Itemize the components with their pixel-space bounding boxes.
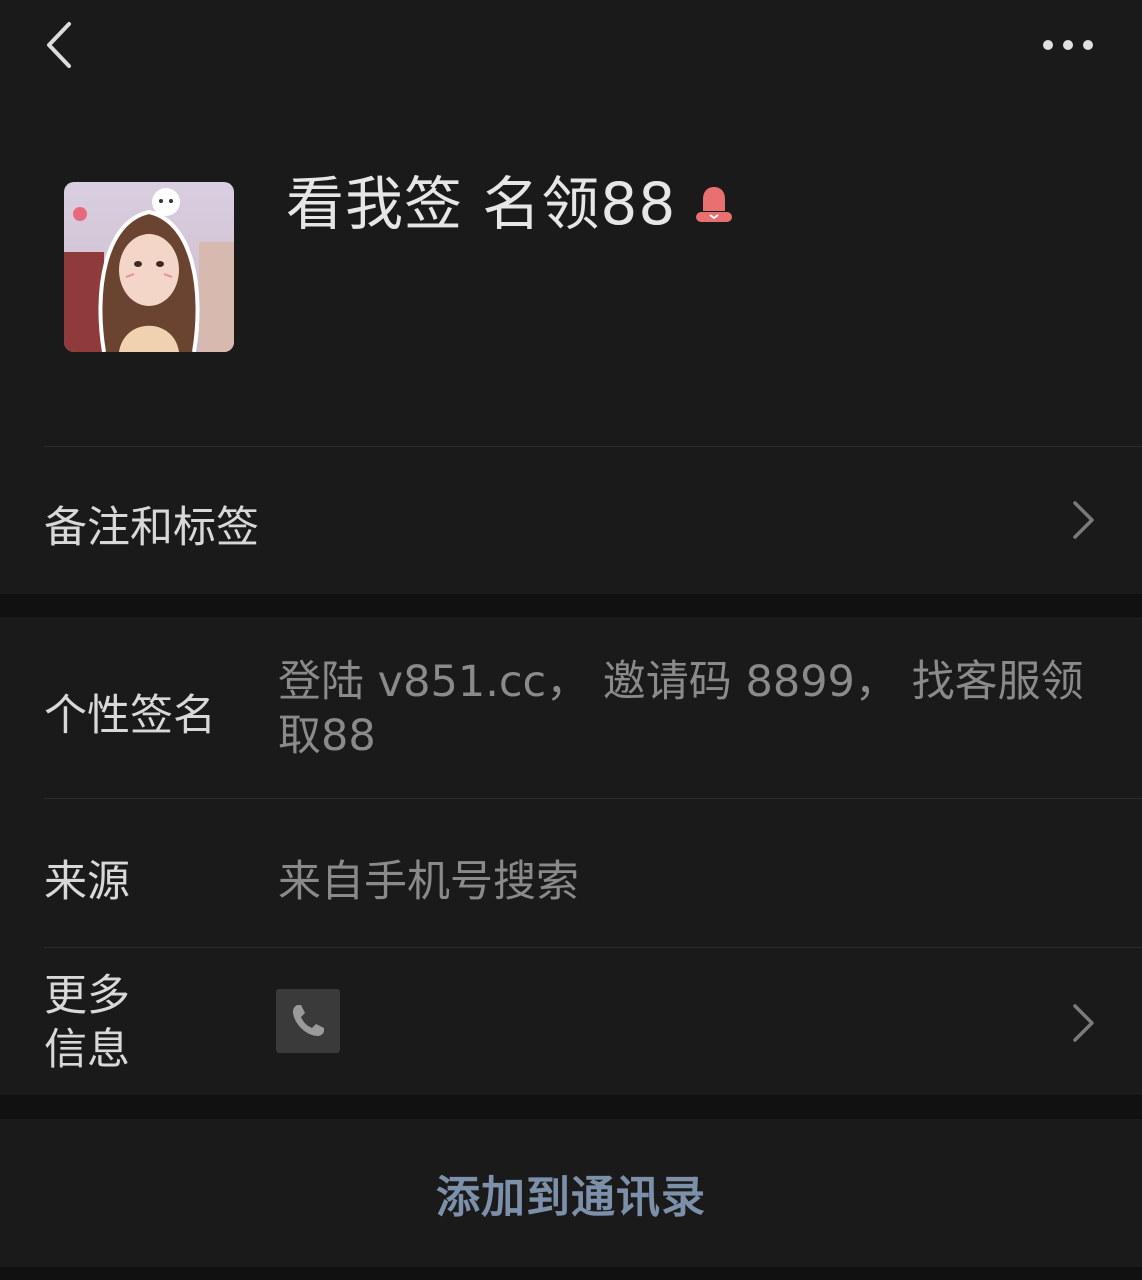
more-info-row[interactable]: 更多信息 bbox=[0, 947, 1142, 1095]
notes-and-tags-label: 备注和标签 bbox=[44, 503, 259, 553]
divider bbox=[44, 798, 1142, 799]
chevron-left-icon bbox=[47, 22, 71, 68]
signature-value: 登陆 v851.cc， 邀请码 8899， 找客服领取88 bbox=[278, 657, 1084, 761]
more-info-label: 更多信息 bbox=[44, 971, 130, 1075]
chevron-right-icon bbox=[1073, 501, 1094, 539]
profile-header: 看我签 名领88 备注和标签 bbox=[0, 0, 1142, 594]
phone-icon bbox=[293, 1005, 324, 1036]
nickname: 看我签 名领88 bbox=[286, 170, 677, 238]
avatar-photo bbox=[64, 182, 234, 352]
add-to-contacts-button[interactable]: 添加到通讯录 bbox=[0, 1119, 1142, 1267]
chevron-right-icon bbox=[1073, 1004, 1094, 1042]
more-options-button[interactable] bbox=[1030, 18, 1106, 72]
female-icon bbox=[696, 187, 732, 222]
notes-and-tags-row[interactable]: 备注和标签 bbox=[0, 446, 1142, 594]
more-dots-icon bbox=[1043, 40, 1093, 50]
profile-info-section: 个性签名 登陆 v851.cc， 邀请码 8899， 找客服领取88 来源 来自… bbox=[0, 617, 1142, 1095]
source-label: 来源 bbox=[44, 857, 130, 907]
signature-label: 个性签名 bbox=[44, 691, 216, 741]
source-value: 来自手机号搜索 bbox=[278, 857, 579, 907]
avatar[interactable] bbox=[64, 182, 234, 352]
contact-profile-page: 看我签 名领88 备注和标签 个性签名 登陆 v851.cc， 邀请码 8899… bbox=[0, 0, 1142, 1280]
add-contact-section: 添加到通讯录 bbox=[0, 1119, 1142, 1267]
back-button[interactable] bbox=[34, 18, 84, 72]
